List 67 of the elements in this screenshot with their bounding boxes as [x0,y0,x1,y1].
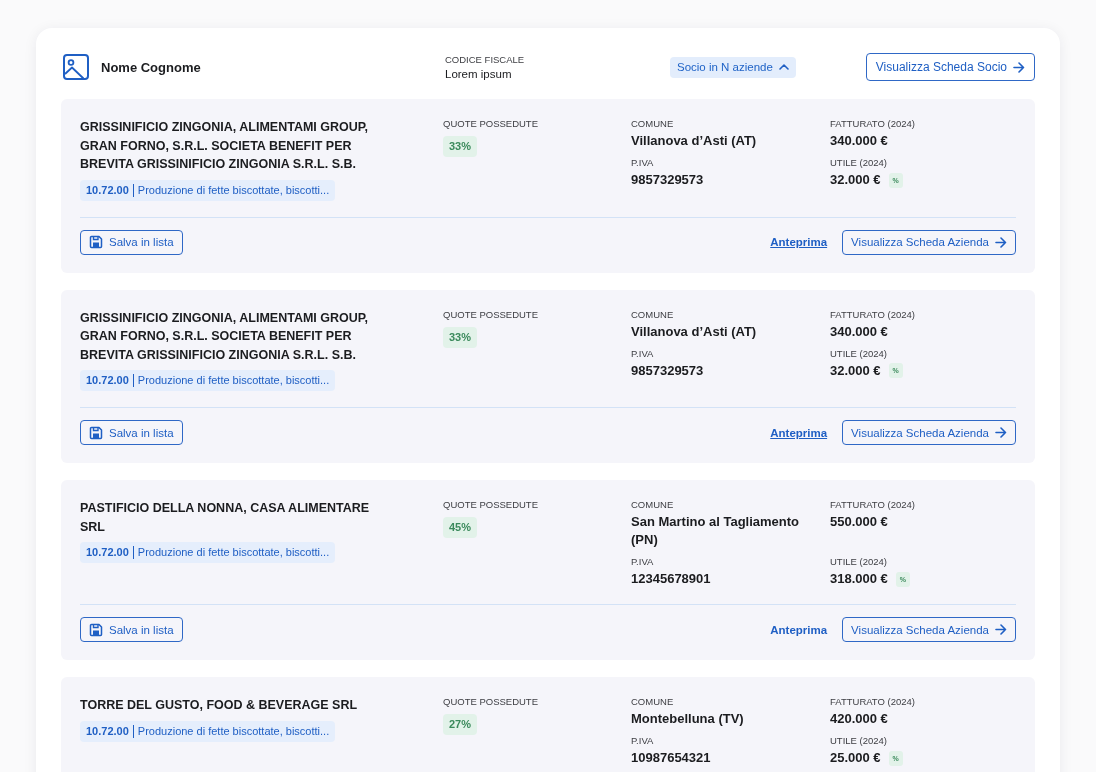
field-value: 550.000 € [830,513,888,531]
field-label: COMUNE [631,308,674,321]
field-value: 340.000 € [830,132,888,150]
save-to-list-button[interactable]: Salva in lista [80,229,183,255]
field-label: P.IVA [631,556,654,568]
field-label: FATTURATO (2024) [830,308,915,321]
field-label: FATTURATO (2024) [830,696,915,708]
field-value: 9857329573 [631,171,704,189]
field-label: FATTURATO (2024) [830,499,915,511]
field-value: 32.000 € [830,171,881,189]
arrow-right-icon [995,236,1007,248]
preview-link[interactable]: Anteprima [770,623,828,636]
field-label: FATTURATO (2024) [830,118,915,130]
share-percentage: 33% [443,326,478,348]
field-value: 10987654321 [631,749,711,767]
field-label: UTILE (2024) [830,347,888,360]
ateco-tag: 10.72.00 Produzione di fette biscottate, biscotti... [80,542,336,563]
field-value: 12345678901 [631,570,711,588]
field-label: QUOTE POSSEDUTE [443,499,538,511]
ateco-tag: 10.72.00 Produzione di fette biscottate, biscotti... [80,370,336,391]
view-company-button[interactable]: Visualizza Scheda Azienda [842,229,1016,255]
field-value: Montebelluna (TV) [631,710,744,728]
company-name: TORRE DEL GUSTO, FOOD & BEVERAGE SRL [80,697,359,714]
arrow-right-icon [995,427,1007,438]
field-label: UTILE (2024) [830,157,888,169]
arrow-right-icon [1013,61,1025,73]
preview-link[interactable]: Anteprima [770,236,828,248]
field-label: UTILE (2024) [830,735,888,747]
view-company-button[interactable]: Visualizza Scheda Azienda [842,617,1016,642]
image-icon [63,54,89,80]
share-percentage: 27% [443,714,478,735]
field-value: 32.000 € [830,361,881,380]
field-value: Villanova d’Asti (AT) [631,132,757,150]
field-label: COMUNE [631,118,674,130]
save-to-list-button[interactable]: Salva in lista [80,420,183,445]
field-label: UTILE (2024) [830,556,888,568]
field-label: QUOTE POSSEDUTE [443,696,538,708]
field-label: P.IVA [631,735,654,747]
company-name: PASTIFICIO DELLA NONNA, CASA ALIMENTARE SRL [80,500,371,536]
field-label: P.IVA [631,157,654,169]
field-label: COMUNE [631,499,674,511]
companies-toggle[interactable]: Socio in N aziende [670,56,796,78]
arrow-right-icon [995,624,1007,635]
company-name: GRISSINIFICIO ZINGONIA, ALIMENTAMI GROUP, GRAN FORNO, S.R.L. SOCIETA BENEFIT PER BREVITA GRISSINIFICIO ZINGONIA S.R.L. S.B. [80,309,369,364]
field-label: QUOTE POSSEDUTE [443,118,538,130]
field-label: P.IVA [631,347,654,360]
field-label: COMUNE [631,696,674,708]
field-value: 9857329573 [631,361,704,380]
save-to-list-button[interactable]: Salva in lista [80,617,183,642]
ateco-tag: 10.72.00 Produzione di fette biscottate, biscotti... [80,179,336,201]
field-value: 318.000 € [830,570,888,588]
view-company-button[interactable]: Visualizza Scheda Azienda [842,420,1016,445]
field-value: Lorem ipsum [445,68,513,80]
field-label: CODICE FISCALE [445,54,526,66]
field-value: San Martino al Tagliamento (PN) [631,513,801,549]
preview-link[interactable]: Anteprima [770,426,828,439]
person-name: Nome Cognome [101,59,201,75]
company-name: GRISSINIFICIO ZINGONIA, ALIMENTAMI GROUP, GRAN FORNO, S.R.L. SOCIETA BENEFIT PER BREVITA GRISSINIFICIO ZINGONIA S.R.L. S.B. [80,119,369,173]
field-value: Villanova d’Asti (AT) [631,322,757,341]
ateco-tag: 10.72.00 Produzione di fette biscottate, biscotti... [80,720,336,742]
share-percentage: 45% [443,517,478,538]
view-partner-button[interactable]: Visualizza Scheda Socio [865,53,1035,81]
share-percentage: 33% [443,136,478,157]
field-value: 420.000 € [830,710,888,728]
field-label: QUOTE POSSEDUTE [443,308,538,321]
field-value: 340.000 € [830,322,888,341]
field-value: 25.000 € [830,749,881,767]
